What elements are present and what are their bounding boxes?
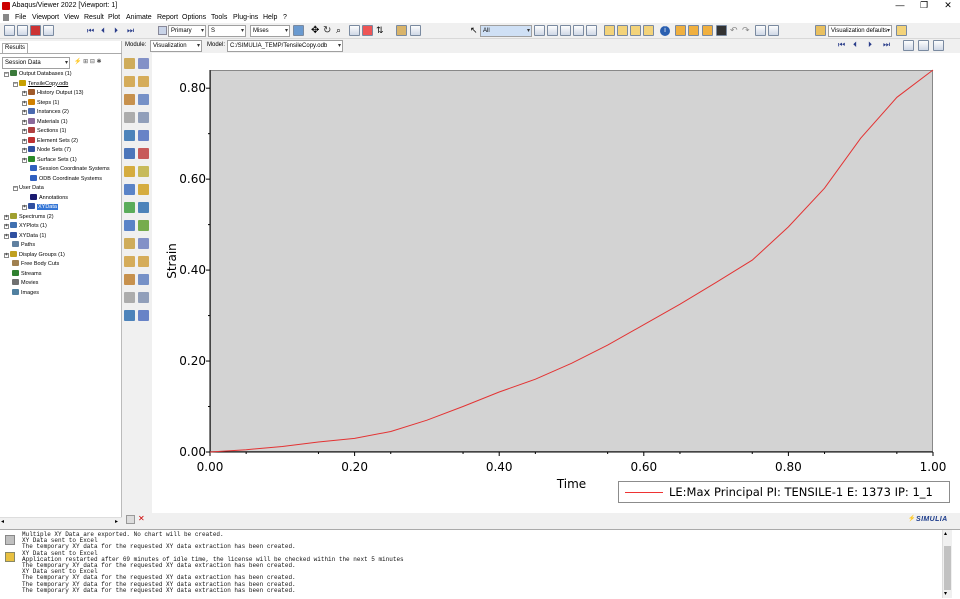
- message-area: Multiple XY Data are exported. No chart …: [0, 529, 960, 599]
- message-log: Multiple XY Data are exported. No chart …: [0, 531, 920, 598]
- y-tick-label: 0.40: [179, 263, 206, 277]
- close-message-icon[interactable]: ✕: [138, 514, 145, 523]
- y-tick-label: 0.20: [179, 354, 206, 368]
- y-tick-label: 0.00: [179, 445, 206, 459]
- legend-swatch: [625, 492, 663, 493]
- x-axis-label: Time: [556, 477, 586, 491]
- message-vertical-scrollbar[interactable]: ▴ ▾: [942, 530, 952, 598]
- message-area-toggle-icon[interactable]: [126, 515, 135, 524]
- x-tick-label: 0.60: [630, 460, 657, 474]
- legend-label: LE:Max Principal PI: TENSILE-1 E: 1373 I…: [669, 485, 933, 499]
- x-tick-label: 0.40: [486, 460, 513, 474]
- series-line: [209, 69, 934, 453]
- xy-plot: 0.00 0.20 0.40 0.60 0.80 1.00 0.00 0.20 0.40 0.60…: [165, 69, 947, 491]
- y-axis-label: Strain: [165, 243, 179, 279]
- x-tick-label: 0.20: [341, 460, 368, 474]
- x-tick-label: 0.80: [775, 460, 802, 474]
- y-tick-label: 0.80: [179, 81, 206, 95]
- simulia-logo-icon: ⚡: [908, 516, 916, 522]
- scroll-down-icon[interactable]: ▾: [944, 590, 947, 597]
- scroll-thumb[interactable]: [944, 546, 951, 590]
- x-tick-label: 0.00: [197, 460, 224, 474]
- scroll-up-icon[interactable]: ▴: [944, 530, 947, 537]
- simulia-brand: SIMULIA: [916, 516, 948, 523]
- y-tick-label: 0.60: [179, 172, 206, 186]
- chart-legend: LE:Max Principal PI: TENSILE-1 E: 1373 I…: [618, 481, 950, 503]
- message-line: The temporary XY data for the requested …: [22, 586, 296, 594]
- x-tick-label: 1.00: [920, 460, 947, 474]
- message-toolbar: ✕ ⚡ SIMULIA: [122, 513, 960, 529]
